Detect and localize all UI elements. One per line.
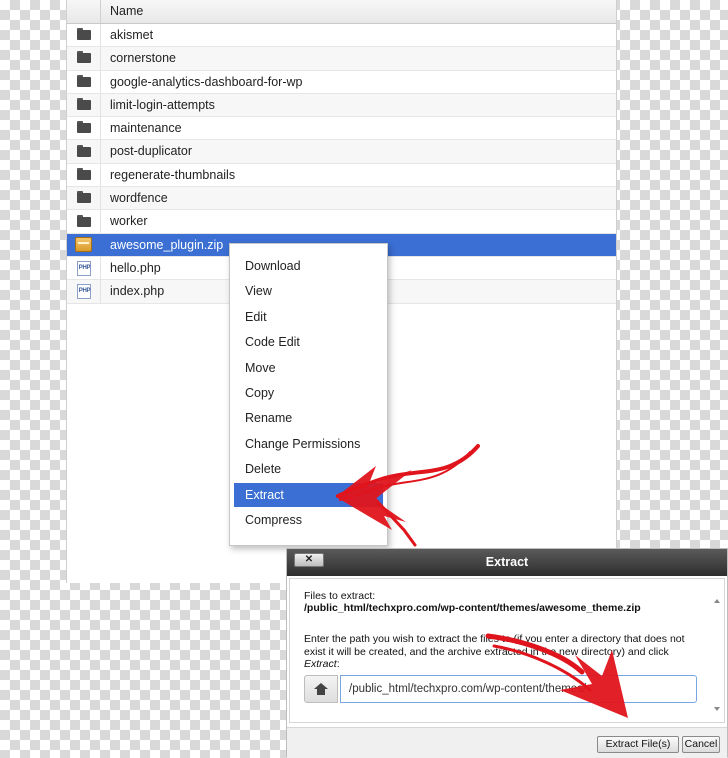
instructions-text: Enter the path you wish to extract the f… [304, 633, 685, 658]
folder-icon [76, 98, 91, 111]
file-name: maintenance [110, 121, 182, 136]
file-name: post-duplicator [110, 144, 192, 159]
menu-item-move[interactable]: Move [234, 356, 383, 380]
folder-icon [76, 74, 91, 87]
file-icon-cell [67, 210, 101, 233]
file-icon-cell [67, 93, 101, 117]
php-icon-text: PHP [78, 264, 91, 271]
menu-item-extract[interactable]: Extract [234, 482, 383, 507]
file-icon-cell [67, 117, 101, 140]
zip-icon [75, 237, 92, 253]
folder-icon [76, 51, 91, 64]
file-icon-cell [67, 24, 101, 47]
cancel-button[interactable]: Cancel [682, 736, 720, 753]
file-row[interactable]: limit-login-attempts [67, 93, 616, 118]
extract-files-button[interactable]: Extract File(s) [597, 736, 679, 753]
menu-item-change-permissions[interactable]: Change Permissions [234, 432, 383, 456]
extract-instructions: Enter the path you wish to extract the f… [304, 633, 699, 671]
file-icon-cell: PHP [67, 256, 101, 280]
php-icon-text: PHP [78, 287, 91, 294]
extract-path-input[interactable] [340, 675, 697, 703]
home-directory-button[interactable] [304, 675, 338, 703]
menu-item-compress[interactable]: Compress [234, 508, 383, 532]
folder-icon [76, 144, 91, 157]
file-icon-cell: PHP [67, 280, 101, 303]
file-name: cornerstone [110, 51, 177, 66]
file-name: limit-login-attempts [110, 97, 215, 112]
folder-icon [76, 214, 91, 227]
files-to-extract-path: /public_html/techxpro.com/wp-content/the… [304, 602, 641, 614]
menu-item-delete[interactable]: Delete [234, 457, 383, 481]
file-row[interactable]: akismet [67, 24, 616, 48]
path-input-group [304, 675, 699, 703]
php-file-icon: PHP [76, 283, 91, 299]
menu-item-rename[interactable]: Rename [234, 406, 383, 430]
dialog-titlebar: ✕ Extract [287, 549, 727, 576]
menu-item-edit[interactable]: Edit [234, 305, 383, 329]
menu-item-view[interactable]: View [234, 279, 383, 303]
dialog-body: Files to extract: /public_html/techxpro.… [289, 578, 725, 723]
file-name: worker [110, 214, 148, 229]
file-name: wordfence [110, 191, 168, 206]
php-file-icon: PHP [76, 260, 91, 276]
file-name: google-analytics-dashboard-for-wp [110, 74, 303, 89]
file-icon-cell [67, 70, 101, 93]
extract-dialog: ✕ Extract Files to extract: /public_html… [286, 548, 728, 758]
file-icon-cell [67, 163, 101, 187]
instructions-text-end: : [336, 658, 340, 670]
scroll-up-icon[interactable] [714, 599, 720, 603]
dialog-scrollbar[interactable] [711, 579, 723, 722]
file-icon-cell [67, 233, 101, 256]
menu-item-code-edit[interactable]: Code Edit [234, 330, 383, 354]
file-icon-cell [67, 47, 101, 70]
menu-item-download[interactable]: Download [234, 254, 383, 278]
file-name: regenerate-thumbnails [110, 167, 236, 182]
file-name: hello.php [110, 260, 161, 275]
file-icon-cell [67, 187, 101, 210]
column-separator [100, 0, 101, 23]
scroll-down-icon[interactable] [714, 707, 720, 711]
file-row[interactable]: google-analytics-dashboard-for-wp [67, 70, 616, 94]
file-row[interactable]: wordfence [67, 187, 616, 211]
folder-icon [76, 167, 91, 180]
home-icon [314, 683, 328, 695]
file-name: index.php [110, 284, 165, 299]
dialog-title: Extract [485, 555, 529, 569]
file-icon-cell [67, 140, 101, 163]
file-row[interactable]: post-duplicator [67, 140, 616, 164]
menu-item-copy[interactable]: Copy [234, 381, 383, 405]
files-to-extract-label: Files to extract: [304, 590, 376, 602]
instructions-emphasis: Extract [304, 658, 337, 670]
folder-icon [76, 191, 91, 204]
file-name: akismet [110, 28, 154, 42]
folder-icon [76, 28, 91, 41]
folder-icon [76, 121, 91, 134]
file-row[interactable]: maintenance [67, 117, 616, 141]
context-menu: Download View Edit Code Edit Move Copy Rename C… [229, 243, 388, 546]
file-list-header: Name [67, 0, 616, 24]
file-row[interactable]: regenerate-thumbnails [67, 163, 616, 188]
name-column-header[interactable]: Name [110, 4, 143, 18]
file-name: awesome_plugin.zip [110, 237, 224, 252]
file-row[interactable]: worker [67, 210, 616, 234]
dialog-footer: Extract File(s) Cancel [287, 727, 727, 758]
file-row[interactable]: cornerstone [67, 47, 616, 71]
